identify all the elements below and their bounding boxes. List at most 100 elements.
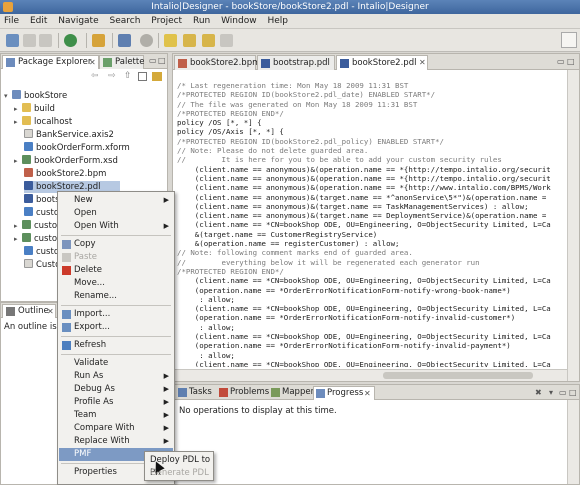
scroll-thumb[interactable]: [383, 372, 533, 379]
tree-item-bookorderform-xsd[interactable]: ▸ bookOrderForm.xsd: [14, 155, 118, 167]
back-icon[interactable]: [202, 34, 215, 47]
save-icon[interactable]: [23, 34, 36, 47]
search-icon[interactable]: [140, 34, 153, 47]
tab-bootstrap-pdl[interactable]: bootstrap.pdl: [257, 55, 335, 70]
bottom-tab-bar: Tasks Problems Mapper Progress ✕ ✖ ▾ ▭ □: [173, 385, 579, 400]
perspective-icon[interactable]: [561, 32, 577, 48]
tree-item-build[interactable]: ▸ build: [14, 103, 55, 115]
main-toolbar: [0, 29, 580, 52]
menu-help[interactable]: Help: [263, 14, 292, 29]
back-icon[interactable]: ⇦: [91, 72, 101, 81]
tree-item-bookstore[interactable]: ▾ bookStore: [4, 90, 67, 102]
collapse-icon[interactable]: ▸: [14, 155, 22, 167]
menu-item-rename[interactable]: Rename...: [59, 290, 173, 303]
menu-item-delete[interactable]: Delete: [59, 264, 173, 277]
close-icon[interactable]: ✕: [419, 56, 426, 70]
open-type-icon[interactable]: [118, 34, 131, 47]
tree-item-bookorderform-xform[interactable]: bookOrderForm.xform: [24, 142, 130, 154]
run-icon[interactable]: [64, 34, 77, 47]
menu-item-validate[interactable]: Validate: [59, 357, 173, 370]
expand-icon[interactable]: ▾: [4, 90, 12, 102]
code-line: &(operation.name == registerCustomer) : …: [177, 239, 400, 249]
tab-outline[interactable]: Outline ✕: [2, 304, 56, 318]
vertical-scrollbar[interactable]: [567, 400, 579, 484]
vertical-scrollbar[interactable]: [567, 70, 579, 381]
menu-run[interactable]: Run: [189, 14, 214, 29]
menu-item-copy[interactable]: Copy: [59, 238, 173, 251]
tab-tasks[interactable]: Tasks: [176, 386, 214, 400]
tree-item-custo-2[interactable]: ▸ custo: [14, 220, 57, 232]
editor-tab-bar: bookStore2.bpm bootstrap.pdl bookStore2.…: [173, 54, 579, 70]
menu-item-team[interactable]: Team ▶: [59, 409, 173, 422]
collapse-icon[interactable]: ▸: [14, 103, 22, 115]
menu-item-paste[interactable]: Paste: [59, 251, 173, 264]
tab-mapper[interactable]: Mapper: [269, 386, 314, 400]
tab-progress[interactable]: Progress ✕: [313, 386, 375, 400]
collapse-icon[interactable]: ▸: [14, 233, 22, 245]
tree-item-bookstore2-bpm[interactable]: bookStore2.bpm: [24, 168, 106, 180]
link-editor-icon[interactable]: [152, 72, 162, 81]
tree-item-custo-5[interactable]: Custo: [24, 259, 60, 271]
tab-bookstore2-bpm[interactable]: bookStore2.bpm: [174, 55, 260, 70]
menu-item-profile-as[interactable]: Profile As ▶: [59, 396, 173, 409]
code-area[interactable]: /* Last regeneration time: Mon May 18 20…: [177, 81, 567, 367]
tree-item-bootstrap[interactable]: boots: [24, 194, 60, 206]
remove-all-icon[interactable]: ✖: [535, 388, 542, 397]
problems-icon: [219, 388, 228, 397]
wand-icon[interactable]: [92, 34, 105, 47]
menu-separator: [61, 354, 171, 355]
minimize-icon[interactable]: ▭: [149, 56, 157, 65]
collapse-icon[interactable]: ▸: [14, 220, 22, 232]
tab-problems[interactable]: Problems: [217, 386, 269, 400]
tree-item-custo-3[interactable]: ▸ custo: [14, 233, 57, 245]
menu-item-replace-with[interactable]: Replace With ▶: [59, 435, 173, 448]
menu-search[interactable]: Search: [106, 14, 145, 29]
code-line: (client.name == *CN=bookShop ODE, OU=Eng…: [177, 220, 551, 230]
menu-item-import[interactable]: Import...: [59, 308, 173, 321]
new-icon[interactable]: [6, 34, 19, 47]
menu-edit[interactable]: Edit: [26, 14, 51, 29]
menu-item-debug-as[interactable]: Debug As ▶: [59, 383, 173, 396]
menu-item-move[interactable]: Move...: [59, 277, 173, 290]
horizontal-scrollbar[interactable]: [173, 369, 567, 381]
menu-item-refresh[interactable]: Refresh: [59, 339, 173, 352]
forward-icon[interactable]: [220, 34, 233, 47]
tab-package-explorer[interactable]: Package Explorer ✕: [2, 55, 99, 69]
menu-item-export[interactable]: Export...: [59, 321, 173, 334]
tab-bookstore2-pdl[interactable]: bookStore2.pdl ✕: [336, 55, 428, 70]
close-icon[interactable]: ✕: [47, 305, 54, 318]
view-menu-icon[interactable]: ▾: [549, 388, 553, 397]
annotation-icon[interactable]: [164, 34, 177, 47]
forward-icon[interactable]: ⇨: [108, 72, 118, 81]
menu-item-open[interactable]: Open: [59, 207, 173, 220]
maximize-icon[interactable]: □: [158, 56, 166, 65]
close-icon[interactable]: ✕: [89, 56, 96, 69]
save-all-icon[interactable]: [39, 34, 52, 47]
menu-item-new[interactable]: New ▶: [59, 194, 173, 207]
next-annotation-icon[interactable]: [183, 34, 196, 47]
menu-item-open-with[interactable]: Open With ▶: [59, 220, 173, 233]
collapse-icon[interactable]: ▸: [14, 116, 22, 128]
code-line: // Note: Please do not delete guarded ar…: [177, 146, 369, 156]
menu-item-run-as[interactable]: Run As ▶: [59, 370, 173, 383]
maximize-icon[interactable]: □: [569, 388, 577, 397]
code-line: (client.name == anonymous)&(operation.na…: [177, 173, 551, 183]
tree-item-localhost[interactable]: ▸ localhost: [14, 116, 72, 128]
minimize-icon[interactable]: ▭: [559, 388, 567, 397]
menu-navigate[interactable]: Navigate: [54, 14, 102, 29]
code-line: (operation.name == *OrderErrorNotificati…: [177, 285, 511, 295]
collapse-all-icon[interactable]: [138, 72, 147, 81]
menu-project[interactable]: Project: [147, 14, 186, 29]
tree-item-custo-4[interactable]: custo: [24, 246, 59, 258]
minimize-icon[interactable]: ▭: [557, 57, 565, 66]
menu-item-compare-with[interactable]: Compare With ▶: [59, 422, 173, 435]
tree-item-bankservice[interactable]: BankService.axis2: [24, 129, 114, 141]
close-icon[interactable]: ✕: [364, 387, 371, 400]
menu-window[interactable]: Window: [217, 14, 261, 29]
tree-item-custo-1[interactable]: custo: [24, 207, 59, 219]
menu-file[interactable]: File: [0, 14, 23, 29]
maximize-icon[interactable]: □: [567, 57, 575, 66]
tab-palette[interactable]: Palette: [99, 55, 144, 69]
folder-icon: [22, 116, 31, 125]
up-icon[interactable]: ⇧: [124, 72, 134, 81]
